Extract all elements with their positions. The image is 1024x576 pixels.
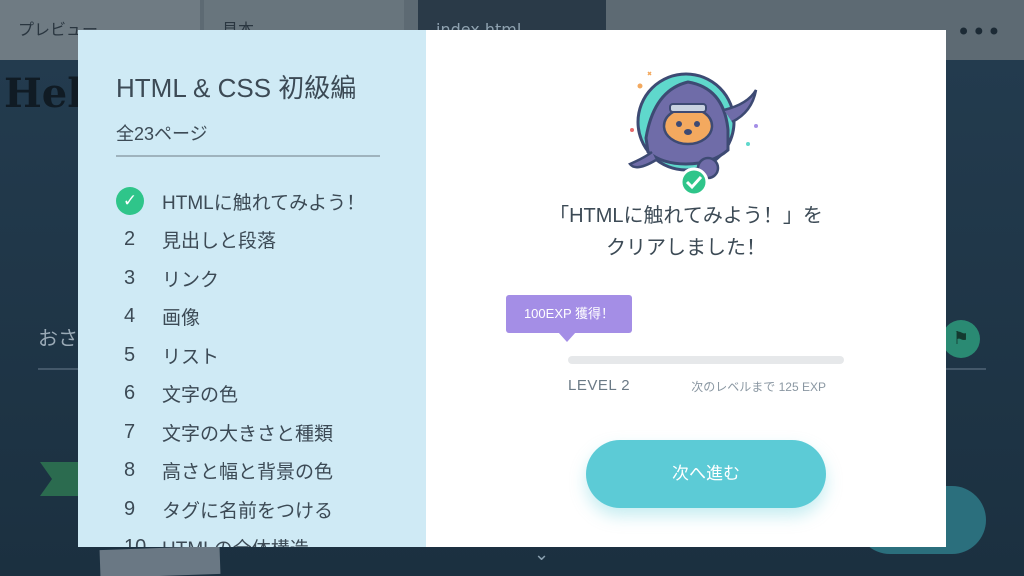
- clear-message-line1: 「HTMLに触れてみよう！」を: [549, 205, 823, 227]
- lesson-item[interactable]: 2 見出しと段落: [116, 221, 365, 260]
- lesson-number: 5: [124, 343, 136, 366]
- ninja-mascot-icon: [628, 71, 758, 197]
- lesson-item[interactable]: 3 リンク: [116, 259, 365, 298]
- lesson-number: 3: [124, 266, 136, 289]
- page-count: 全23ページ: [116, 124, 208, 144]
- lesson-label: 見出しと段落: [162, 231, 277, 253]
- next-button[interactable]: 次へ進む: [586, 440, 826, 508]
- lesson-list: ✓ HTMLに触れてみよう！ 2 見出しと段落 3 リンク 4 画像 5 リスト…: [116, 182, 365, 547]
- lesson-label: タグに名前をつける: [162, 500, 334, 522]
- divider: [116, 155, 380, 157]
- lesson-number: 8: [124, 459, 136, 482]
- course-title: HTML & CSS 初級編: [116, 73, 357, 103]
- lesson-number: 4: [124, 305, 136, 328]
- lesson-item[interactable]: 4 画像: [116, 298, 365, 337]
- lesson-label: HTMLに触れてみよう！: [162, 192, 366, 214]
- lesson-item[interactable]: 7 文字の大きさと種類: [116, 413, 365, 452]
- chevron-down-icon: ⌄: [534, 544, 550, 565]
- lesson-label: 画像: [162, 308, 201, 330]
- next-level-text: 次のレベルまで 125 EXP: [691, 380, 826, 394]
- lesson-item[interactable]: 10 HTMLの全体構造: [116, 529, 365, 547]
- exp-tooltip: 100EXP 獲得！: [506, 295, 632, 333]
- lesson-number: 6: [124, 382, 136, 405]
- preview-heading: Hel: [4, 70, 83, 117]
- lesson-item[interactable]: 8 高さと幅と背景の色: [116, 452, 365, 491]
- background-card: [99, 545, 221, 576]
- more-dots-icon[interactable]: •••: [957, 18, 1002, 46]
- flag-icon: ⚑: [942, 320, 980, 358]
- exp-tooltip-arrow: [558, 332, 576, 342]
- lesson-item[interactable]: ✓ HTMLに触れてみよう！: [116, 182, 365, 221]
- lesson-number: 9: [124, 497, 136, 520]
- lesson-number: 7: [124, 420, 136, 443]
- lesson-label: HTMLの全体構造: [162, 534, 309, 547]
- lesson-item[interactable]: 9 タグに名前をつける: [116, 490, 365, 529]
- clear-panel: 「HTMLに触れてみよう！」を クリアしました！ 100EXP 獲得！ LEVE…: [426, 30, 946, 547]
- clear-message: 「HTMLに触れてみよう！」を クリアしました！: [426, 200, 946, 264]
- check-icon: ✓: [116, 187, 144, 216]
- lesson-number: 10: [116, 536, 162, 547]
- level-label: LEVEL 2: [568, 377, 631, 394]
- course-sidebar: HTML & CSS 初級編 全23ページ ✓ HTMLに触れてみよう！ 2 見…: [78, 30, 426, 547]
- lesson-item[interactable]: 5 リスト: [116, 336, 365, 375]
- lesson-label: 文字の大きさと種類: [162, 423, 334, 445]
- exp-progress-bar: [568, 356, 844, 364]
- lesson-label: リスト: [162, 346, 220, 368]
- lesson-label: 高さと幅と背景の色: [162, 462, 334, 484]
- lesson-label: 文字の色: [162, 385, 239, 407]
- clear-message-line2: クリアしました！: [606, 237, 766, 259]
- lesson-clear-modal: HTML & CSS 初級編 全23ページ ✓ HTMLに触れてみよう！ 2 見…: [78, 30, 946, 547]
- lesson-item[interactable]: 6 文字の色: [116, 375, 365, 414]
- lesson-label: リンク: [162, 269, 220, 291]
- lesson-number: 2: [124, 228, 136, 251]
